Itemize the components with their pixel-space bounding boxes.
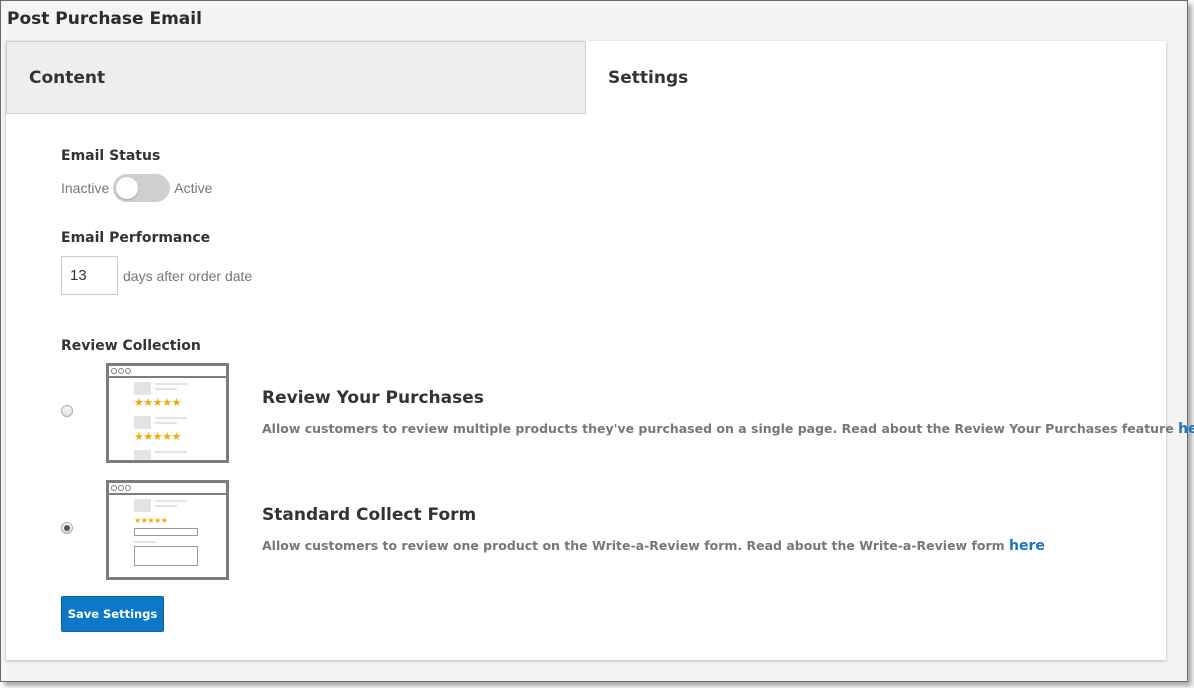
standard-collect-form-title: Standard Collect Form: [262, 505, 477, 525]
email-performance-label: Email Performance: [61, 230, 211, 246]
stars-icon: ★★★★★: [134, 431, 181, 443]
tab-content[interactable]: Content: [6, 41, 586, 114]
stars-icon: ★★★★★: [134, 397, 181, 409]
app-window: Post Purchase Email Content Settings Ema…: [0, 0, 1194, 682]
days-after-order-label: days after order date: [123, 267, 253, 284]
stars-icon: ★★★★★: [134, 516, 168, 525]
review-your-purchases-title: Review Your Purchases: [262, 388, 484, 408]
standard-collect-form-radio[interactable]: [61, 522, 73, 534]
tab-content-label: Content: [29, 67, 106, 88]
save-settings-button[interactable]: Save Settings: [61, 596, 164, 632]
standard-collect-form-description: Allow customers to review one product on…: [262, 538, 1045, 554]
settings-card: Content Settings Email Status Inactive A…: [6, 41, 1194, 660]
thumbnail-browser-bar: [109, 366, 226, 378]
toggle-knob: [116, 177, 139, 199]
tab-settings-label: Settings: [608, 67, 689, 88]
review-collection-label: Review Collection: [61, 338, 201, 354]
inactive-label: Inactive: [61, 180, 110, 196]
email-status-row: Inactive Active: [61, 174, 212, 202]
tab-settings[interactable]: Settings: [586, 41, 1166, 114]
review-your-purchases-description: Allow customers to review multiple produ…: [262, 421, 1194, 437]
review-your-purchases-radio[interactable]: [61, 405, 73, 417]
review-your-purchases-text: Allow customers to review multiple produ…: [262, 421, 1174, 436]
email-status-label: Email Status: [61, 148, 161, 164]
active-label: Active: [174, 180, 213, 196]
standard-collect-form-here-link[interactable]: here: [1009, 538, 1045, 554]
email-status-toggle[interactable]: [113, 174, 171, 202]
standard-collect-form-text: Allow customers to review one product on…: [262, 538, 1005, 553]
standard-collect-form-thumbnail: ★★★★★: [106, 480, 229, 580]
page-title: Post Purchase Email: [7, 9, 202, 29]
thumbnail-browser-bar: [109, 483, 226, 495]
review-your-purchases-thumbnail: ★★★★★ ★★★★★: [106, 363, 229, 463]
days-after-order-input[interactable]: [61, 256, 118, 295]
email-performance-row: days after order date: [61, 256, 252, 295]
review-your-purchases-here-link[interactable]: here: [1178, 421, 1194, 437]
